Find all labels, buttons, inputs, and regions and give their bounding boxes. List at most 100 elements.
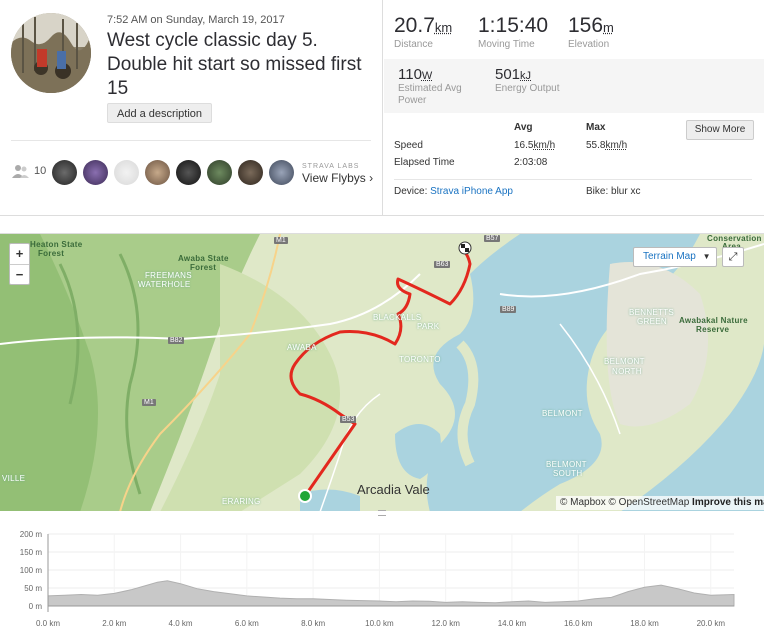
activity-datetime: 7:52 AM on Sunday, March 19, 2017 — [107, 14, 285, 26]
stat-distance: 20.7km Distance — [394, 14, 452, 50]
kudos-count[interactable]: 10 — [12, 164, 46, 178]
road-shield: B63 — [434, 261, 450, 268]
device-link[interactable]: Strava iPhone App — [430, 186, 513, 197]
avatar[interactable] — [52, 160, 77, 185]
road-shield: M1 — [274, 237, 288, 244]
elapsed-label: Elapsed Time — [394, 157, 455, 168]
elevation-unit: m — [603, 20, 614, 35]
map-label: PARK — [417, 322, 439, 331]
map-label: FREEMANS — [145, 271, 192, 280]
road-shield: B57 — [484, 235, 500, 242]
divider — [11, 140, 371, 141]
kudos-icon — [12, 164, 30, 178]
road-shield: M1 — [142, 399, 156, 406]
map-label: BENNETTS — [629, 308, 674, 317]
avatar[interactable] — [207, 160, 232, 185]
energy-unit: kJ — [520, 70, 531, 82]
speed-max-value: 55.8 — [586, 140, 605, 151]
x-tick-label: 12.0 km — [431, 619, 460, 628]
map-label: ERARING — [222, 497, 261, 506]
zoom-out-button[interactable]: − — [10, 265, 29, 285]
kudos-avatars — [52, 160, 294, 185]
max-header: Max — [586, 122, 605, 133]
avatar[interactable] — [145, 160, 170, 185]
show-more-button[interactable]: Show More — [686, 120, 754, 140]
distance-value: 20.7 — [394, 14, 435, 37]
device-label: Device: — [394, 186, 430, 197]
avg-header: Avg — [514, 122, 533, 133]
map-label: Awaba State — [178, 254, 229, 263]
activity-title: West cycle classic day 5. Double hit sta… — [107, 29, 375, 101]
resize-handle[interactable] — [378, 510, 386, 516]
x-tick-label: 18.0 km — [630, 619, 659, 628]
improve-map-link[interactable]: Improve this map — [692, 497, 764, 508]
y-tick-label: 200 m — [20, 530, 43, 539]
x-tick-label: 14.0 km — [498, 619, 527, 628]
stat-elevation: 156m Elevation — [568, 14, 614, 50]
speed-avg-value: 16.5 — [514, 140, 533, 151]
x-tick-label: 2.0 km — [102, 619, 126, 628]
zoom-in-button[interactable]: + — [10, 244, 29, 264]
activity-date: on Sunday, March 19, 2017 — [147, 14, 284, 26]
map-label: Forest — [190, 263, 216, 272]
osm-link[interactable]: © OpenStreetMap — [609, 497, 690, 508]
view-flybys-link[interactable]: View Flybys › — [302, 171, 373, 185]
distance-label: Distance — [394, 39, 452, 50]
mapbox-link[interactable]: © Mapbox — [560, 497, 606, 508]
map-label: GREEN — [637, 317, 667, 326]
map-label: BELMONT — [604, 357, 645, 366]
map-style-dropdown[interactable]: Terrain Map ▼ — [633, 247, 717, 267]
map-label: AWABA — [287, 343, 317, 352]
map-label: Reserve — [696, 325, 729, 334]
distance-unit: km — [435, 20, 452, 35]
map-label: BELMONT — [546, 460, 587, 469]
y-tick-label: 50 m — [24, 584, 42, 593]
x-tick-label: 8.0 km — [301, 619, 325, 628]
fullscreen-button[interactable]: ⤢ — [722, 247, 744, 267]
power-value: 110 — [398, 66, 422, 83]
elevation-area — [48, 581, 734, 606]
avatar[interactable] — [176, 160, 201, 185]
speed-avg: 16.5km/h — [514, 140, 555, 151]
x-tick-label: 20.0 km — [697, 619, 726, 628]
stat-power: 110W Estimated Avg Power — [398, 66, 462, 107]
stat-moving-time: 1:15:40 Moving Time — [478, 14, 548, 50]
map-label: Arcadia Vale — [357, 482, 430, 497]
route-map[interactable] — [0, 233, 764, 511]
x-tick-label: 4.0 km — [169, 619, 193, 628]
map-label: Awabakal Nature — [679, 316, 748, 325]
moving-time-value: 1:15:40 — [478, 14, 548, 38]
elevation-chart[interactable]: 0 m 50 m 100 m 150 m 200 m 0.0 km 2.0 km 4.0 km… — [0, 520, 764, 631]
energy-label: Energy Output — [495, 83, 559, 95]
speed-avg-unit: km/h — [533, 140, 555, 151]
add-description-button[interactable]: Add a description — [107, 103, 212, 123]
speed-label: Speed — [394, 140, 423, 151]
road-shield: B82 — [168, 337, 184, 344]
bike-info: Bike: blur xc — [586, 186, 640, 197]
divider — [394, 179, 752, 180]
map-style-label: Terrain Map — [643, 251, 696, 262]
x-tick-label: 10.0 km — [365, 619, 394, 628]
zoom-controls: + − — [9, 243, 30, 285]
map-label: WATERHOLE — [138, 280, 190, 289]
map-label: SOUTH — [553, 469, 583, 478]
road-shield: B89 — [500, 306, 516, 313]
strava-labs-tag: STRAVA LABS — [302, 163, 359, 170]
map-attribution: © Mapbox © OpenStreetMap Improve this ma… — [556, 496, 764, 510]
avatar[interactable] — [269, 160, 294, 185]
x-tick-label: 0.0 km — [36, 619, 60, 628]
map-label: VILLE — [2, 474, 25, 483]
map-label: Forest — [38, 249, 64, 258]
athlete-avatar[interactable] — [11, 13, 91, 93]
avatar[interactable] — [238, 160, 263, 185]
y-tick-label: 150 m — [20, 548, 43, 557]
map-label: Heaton State — [30, 240, 83, 249]
map-label: BELMONT — [542, 409, 583, 418]
map-label: BLACKALLS — [373, 313, 422, 322]
expand-icon: ⤢ — [729, 251, 738, 263]
y-tick-label: 100 m — [20, 566, 43, 575]
speed-max-unit: km/h — [605, 140, 627, 151]
avatar[interactable] — [83, 160, 108, 185]
avatar[interactable] — [114, 160, 139, 185]
map-label: TORONTO — [399, 355, 441, 364]
